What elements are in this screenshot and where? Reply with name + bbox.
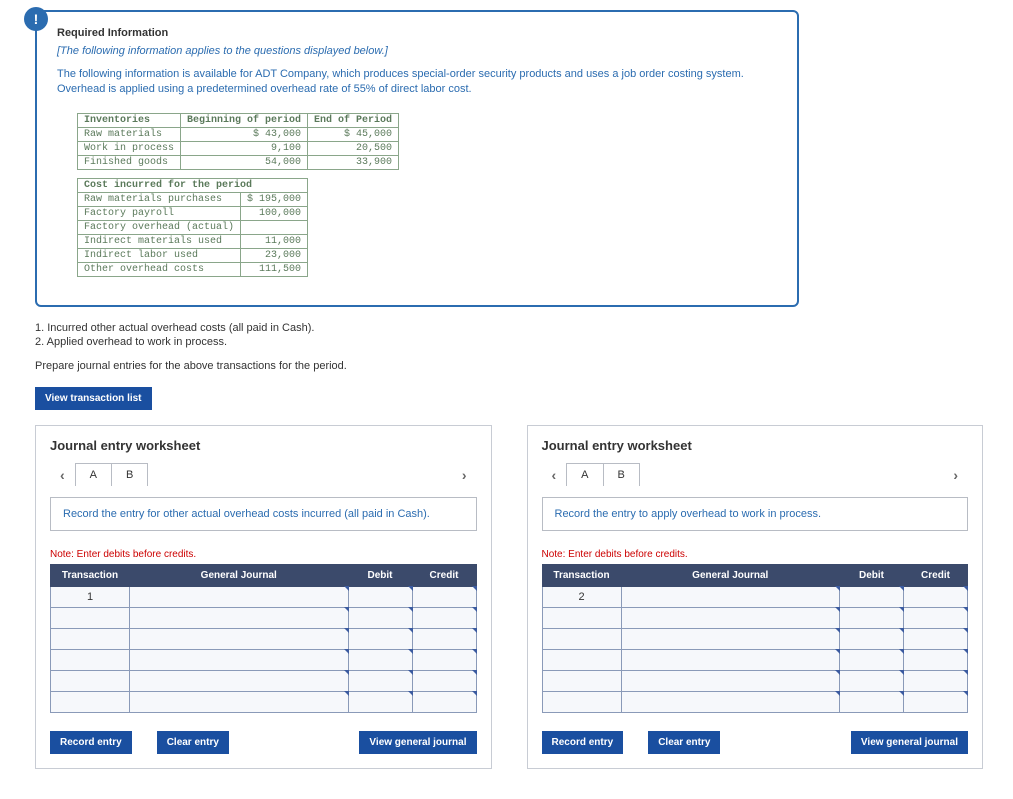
inventories-table: Inventories Beginning of period End of P… bbox=[77, 113, 399, 170]
journal-worksheet-b: Journal entry worksheet ‹ A B › Record t… bbox=[527, 425, 984, 769]
tab-b[interactable]: B bbox=[603, 463, 640, 486]
tab-a[interactable]: A bbox=[75, 463, 112, 486]
clear-entry-button[interactable]: Clear entry bbox=[157, 731, 229, 754]
chevron-right-icon[interactable]: › bbox=[452, 463, 477, 487]
costs-table: Cost incurred for the period Raw materia… bbox=[77, 178, 308, 277]
view-general-journal-button[interactable]: View general journal bbox=[851, 731, 968, 754]
step-1: 1. Incurred other actual overhead costs … bbox=[35, 322, 755, 334]
worksheet-title: Journal entry worksheet bbox=[542, 438, 969, 453]
required-subtitle: [The following information applies to th… bbox=[57, 45, 777, 57]
journal-grid: Transaction General Journal Debit Credit… bbox=[50, 564, 477, 713]
transaction-cell[interactable]: 2 bbox=[542, 586, 621, 607]
required-title: Required Information bbox=[57, 27, 777, 39]
view-transaction-list-button[interactable]: View transaction list bbox=[35, 387, 152, 410]
required-info-box: ! Required Information [The following in… bbox=[35, 10, 799, 307]
gj-cell[interactable] bbox=[621, 586, 840, 607]
journal-grid: Transaction General Journal Debit Credit… bbox=[542, 564, 969, 713]
chevron-right-icon[interactable]: › bbox=[943, 463, 968, 487]
prepare-text: Prepare journal entries for the above tr… bbox=[35, 360, 755, 372]
worksheet-title: Journal entry worksheet bbox=[50, 438, 477, 453]
tab-b[interactable]: B bbox=[111, 463, 148, 486]
debits-note: Note: Enter debits before credits. bbox=[50, 549, 477, 560]
credit-cell[interactable] bbox=[412, 586, 476, 607]
chevron-left-icon[interactable]: ‹ bbox=[50, 463, 75, 487]
credit-cell[interactable] bbox=[904, 586, 968, 607]
record-entry-button[interactable]: Record entry bbox=[50, 731, 132, 754]
info-icon: ! bbox=[24, 7, 48, 31]
transaction-cell[interactable]: 1 bbox=[51, 586, 130, 607]
entry-instruction: Record the entry to apply overhead to wo… bbox=[542, 497, 969, 531]
steps-list: 1. Incurred other actual overhead costs … bbox=[35, 322, 755, 348]
tab-a[interactable]: A bbox=[566, 463, 603, 486]
clear-entry-button[interactable]: Clear entry bbox=[648, 731, 720, 754]
debits-note: Note: Enter debits before credits. bbox=[542, 549, 969, 560]
required-paragraph: The following information is available f… bbox=[57, 67, 777, 98]
debit-cell[interactable] bbox=[348, 586, 412, 607]
view-general-journal-button[interactable]: View general journal bbox=[359, 731, 476, 754]
record-entry-button[interactable]: Record entry bbox=[542, 731, 624, 754]
step-2: 2. Applied overhead to work in process. bbox=[35, 336, 755, 348]
entry-instruction: Record the entry for other actual overhe… bbox=[50, 497, 477, 531]
debit-cell[interactable] bbox=[840, 586, 904, 607]
journal-worksheet-a: Journal entry worksheet ‹ A B › Record t… bbox=[35, 425, 492, 769]
gj-cell[interactable] bbox=[130, 586, 349, 607]
chevron-left-icon[interactable]: ‹ bbox=[542, 463, 567, 487]
